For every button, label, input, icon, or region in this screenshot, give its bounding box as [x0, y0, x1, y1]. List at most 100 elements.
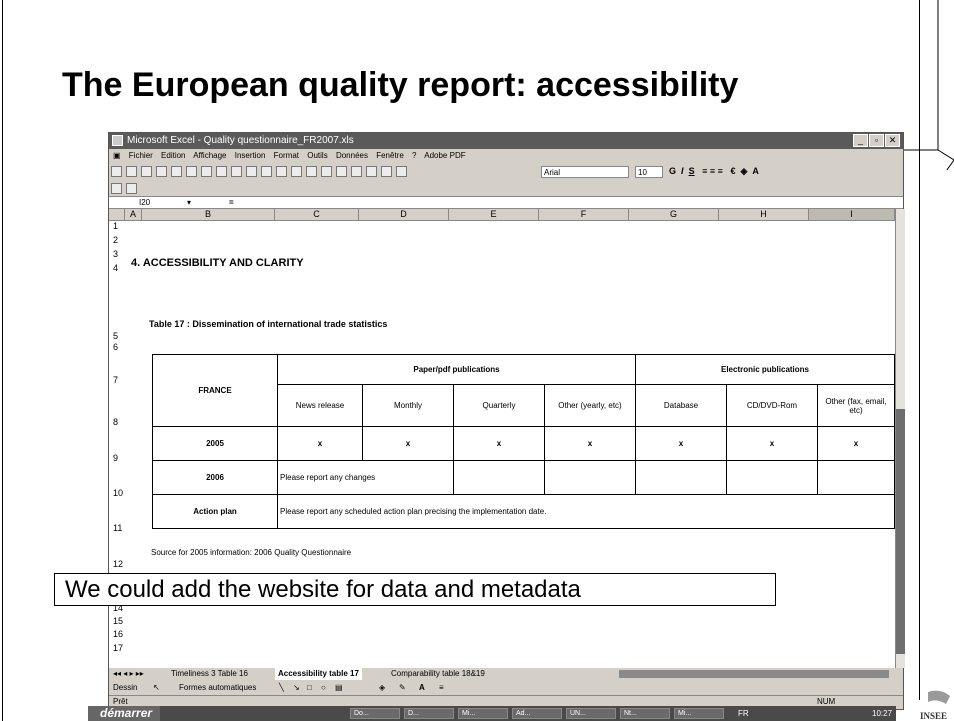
language-indicator[interactable]: FR [738, 706, 749, 721]
print-icon[interactable] [171, 166, 182, 177]
row-header[interactable]: 10 [113, 488, 125, 498]
autosum-icon[interactable] [321, 166, 332, 177]
arrow-icon[interactable]: ↘ [293, 681, 300, 695]
row-2006-note[interactable]: Please report any changes [277, 460, 454, 495]
taskbar-item[interactable]: Mi... [458, 708, 508, 719]
font-size-select[interactable]: 10 [635, 166, 663, 178]
row-header[interactable]: 8 [113, 417, 125, 427]
line-icon[interactable]: ╲ [279, 681, 284, 695]
taskbar-item[interactable]: Do... [350, 708, 400, 719]
fill-color-icon[interactable]: ◈ [740, 166, 747, 176]
table-cell[interactable]: x [726, 426, 818, 461]
row-header[interactable]: 4 [113, 263, 125, 273]
start-button[interactable]: démarrer [88, 706, 161, 721]
menu-donnees[interactable]: Données [336, 151, 368, 160]
corner-select-all[interactable] [109, 209, 125, 221]
col-header-a[interactable]: A [125, 209, 142, 221]
table-cell[interactable]: x [635, 426, 727, 461]
tab-timeliness[interactable]: Timeliness 3 Table 16 [171, 668, 248, 680]
pdf-mail-icon[interactable] [126, 183, 137, 194]
tab-comparability[interactable]: Comparability table 18&19 [391, 668, 485, 680]
row-header[interactable]: 17 [113, 643, 125, 653]
menu-adobe-pdf[interactable]: Adobe PDF [424, 151, 465, 160]
table-cell[interactable] [544, 460, 636, 495]
tab-accessibility[interactable]: Accessibility table 17 [275, 668, 362, 680]
name-box-dropdown-icon[interactable]: ▾ [187, 197, 191, 208]
col-header-f[interactable]: F [539, 209, 629, 221]
permission-icon[interactable] [156, 166, 167, 177]
redo-icon[interactable] [291, 166, 302, 177]
table-cell[interactable]: x [277, 426, 363, 461]
spelling-icon[interactable] [201, 166, 212, 177]
font-name-select[interactable]: Arial [541, 166, 629, 178]
paste-icon[interactable] [246, 166, 257, 177]
taskbar-item[interactable]: Nt... [620, 708, 670, 719]
col-header-i[interactable]: I [809, 209, 895, 221]
row-header[interactable]: 2 [113, 235, 125, 245]
row-header[interactable]: 11 [113, 523, 125, 533]
euro-icon[interactable]: € [730, 166, 735, 176]
save-icon[interactable] [141, 166, 152, 177]
table-cell[interactable] [635, 460, 727, 495]
format-painter-icon[interactable] [261, 166, 272, 177]
menu-insertion[interactable]: Insertion [235, 151, 266, 160]
new-icon[interactable] [111, 166, 122, 177]
row-header[interactable]: 5 [113, 331, 125, 341]
tab-nav-arrows[interactable]: ◂◂ ◂ ▸ ▸▸ [113, 668, 144, 680]
row-header[interactable]: 6 [113, 342, 125, 352]
row-header[interactable]: 3 [113, 249, 125, 259]
line-style-icon[interactable]: ≡ [439, 681, 444, 695]
autoshapes-menu[interactable]: Formes automatiques [179, 681, 256, 695]
menu-help[interactable]: ? [412, 151, 416, 160]
row-header[interactable]: 15 [113, 616, 125, 626]
scrollbar-thumb[interactable] [896, 409, 905, 654]
taskbar-item[interactable]: D... [404, 708, 454, 719]
table-cell[interactable]: x [817, 426, 895, 461]
table-cell[interactable] [453, 460, 545, 495]
vertical-scrollbar[interactable] [895, 209, 905, 668]
chart-icon[interactable] [381, 166, 392, 177]
help-icon[interactable] [396, 166, 407, 177]
table-cell[interactable]: x [453, 426, 545, 461]
font-color-icon[interactable]: A [752, 166, 759, 176]
line-color-icon[interactable]: ✎ [399, 681, 406, 695]
textbox-icon[interactable]: ▤ [335, 681, 343, 695]
col-header-g[interactable]: G [629, 209, 719, 221]
row-header[interactable]: 12 [113, 559, 125, 569]
col-header-d[interactable]: D [359, 209, 449, 221]
col-header-c[interactable]: C [275, 209, 359, 221]
fill-icon[interactable]: ◈ [379, 681, 385, 695]
close-button[interactable]: ✕ [885, 134, 900, 147]
align-left-icon[interactable]: ≡ [702, 166, 707, 176]
hyperlink-icon[interactable] [306, 166, 317, 177]
table-cell[interactable]: x [362, 426, 454, 461]
pdf-convert-icon[interactable] [111, 183, 122, 194]
oval-icon[interactable]: ○ [321, 681, 326, 695]
bold-icon[interactable]: G [669, 166, 676, 176]
rectangle-icon[interactable]: □ [307, 681, 312, 695]
taskbar-item[interactable]: UN... [566, 708, 616, 719]
col-header-h[interactable]: H [719, 209, 809, 221]
table-cell[interactable]: x [544, 426, 636, 461]
underline-icon[interactable]: S [689, 166, 695, 176]
function-icon[interactable] [336, 166, 347, 177]
open-icon[interactable] [126, 166, 137, 177]
menu-outils[interactable]: Outils [307, 151, 327, 160]
menu-fichier[interactable]: Fichier [129, 151, 153, 160]
menu-edition[interactable]: Edition [161, 151, 185, 160]
align-right-icon[interactable]: ≡ [718, 166, 723, 176]
select-pointer-icon[interactable]: ↖ [153, 681, 160, 695]
cut-icon[interactable] [216, 166, 227, 177]
row-header[interactable]: 9 [113, 453, 125, 463]
menu-fenetre[interactable]: Fenêtre [376, 151, 404, 160]
draw-menu[interactable]: Dessin [113, 681, 137, 695]
taskbar-item[interactable]: Ad... [512, 708, 562, 719]
sort-desc-icon[interactable] [366, 166, 377, 177]
table-cell[interactable] [817, 460, 895, 495]
sort-asc-icon[interactable] [351, 166, 362, 177]
taskbar-item[interactable]: Mi... [674, 708, 724, 719]
italic-icon[interactable]: I [681, 166, 684, 176]
row-header[interactable]: 16 [113, 629, 125, 639]
maximize-button[interactable]: ▫ [869, 134, 884, 147]
text-color-icon[interactable]: A [419, 681, 425, 695]
